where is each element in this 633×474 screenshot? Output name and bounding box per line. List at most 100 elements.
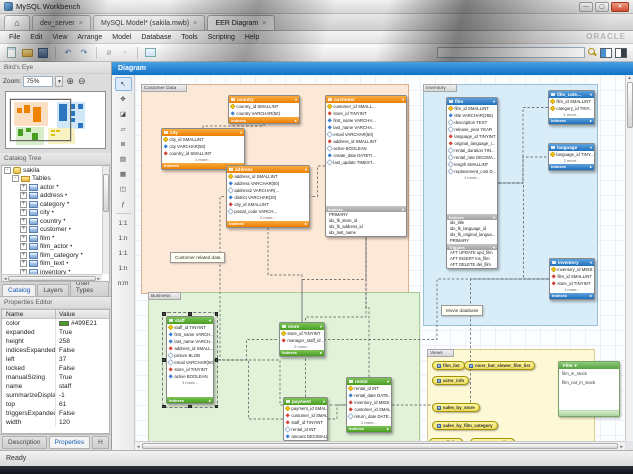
zoom-value-field[interactable]: 75% — [23, 76, 53, 87]
menu-edit[interactable]: Edit — [25, 34, 47, 41]
scroll-up-arrow-icon[interactable]: ▲ — [626, 75, 633, 80]
view-tool[interactable]: ◫ — [115, 182, 132, 196]
er-table-rental[interactable]: rental▾rental_id INTrental_date DATE...i… — [346, 377, 392, 433]
section-indexes[interactable]: Indexes▸ — [347, 426, 391, 432]
relationship-customer-address[interactable] — [310, 166, 325, 197]
property-row-triggersexpanded[interactable]: triggersExpandedFalse — [2, 409, 109, 418]
tree-item-actor[interactable]: +actor• — [2, 183, 102, 192]
rel-1-1-identifying-tool[interactable]: 1:1 — [115, 246, 132, 260]
collapse-arrow-icon[interactable]: ▾ — [590, 260, 592, 265]
canvas-vertical-scrollbar[interactable]: ▲ — [625, 75, 633, 441]
section-indexes[interactable]: Indexes▸ — [229, 117, 299, 123]
selection-handle[interactable] — [215, 405, 219, 409]
er-table-address[interactable]: address▾address_id SMALLINTaddress VARCH… — [226, 165, 310, 228]
catalog-tree-vertical-scrollbar[interactable] — [102, 166, 109, 274]
er-table-header[interactable]: country▾ — [229, 96, 299, 103]
scroll-left-arrow-icon[interactable]: ◄ — [3, 276, 7, 281]
menu-help[interactable]: Help — [240, 34, 264, 41]
collapse-arrow-icon[interactable]: ▾ — [209, 318, 211, 323]
er-table-language[interactable]: language▾language_id TINY...2 more...Ind… — [548, 143, 595, 171]
section-expand-icon[interactable]: ▸ — [295, 118, 297, 123]
menu-arrange[interactable]: Arrange — [72, 34, 107, 41]
rel-1-n-identifying-tool[interactable]: 1:n — [115, 261, 132, 275]
er-column-store-id[interactable]: store_id TINYINT — [326, 110, 406, 117]
routine-group-tool[interactable]: ƒ — [115, 197, 132, 211]
er-column-language-id[interactable]: language_id TINY... — [549, 151, 594, 158]
relationship-rental-customer[interactable] — [366, 237, 369, 377]
section-indexes[interactable]: Indexes▸ — [280, 350, 324, 356]
bottom-tab-properties[interactable]: Properties — [49, 436, 91, 449]
collapse-arrow-icon[interactable]: ▾ — [387, 379, 389, 384]
expand-icon[interactable]: + — [20, 192, 27, 199]
er-column-address-id[interactable]: address_id SMALLINT — [326, 138, 406, 145]
zoom-in-button[interactable]: ⊕ — [65, 77, 75, 86]
expand-icon[interactable]: + — [20, 243, 27, 250]
expand-icon[interactable]: + — [20, 252, 27, 259]
tree-item-country[interactable]: +country• — [2, 217, 102, 226]
selection-handle[interactable] — [162, 405, 166, 409]
tree-item-film-category[interactable]: +film_category• — [2, 251, 102, 260]
new-diagram-button[interactable] — [143, 46, 157, 59]
expand-icon[interactable]: + — [20, 226, 27, 233]
diagram-canvas[interactable]: Customer DataInventoryBusinessViewscount… — [135, 75, 625, 441]
er-table-header[interactable]: payment▾ — [284, 398, 327, 405]
close-button[interactable]: ✕ — [611, 2, 629, 12]
tree-item-customer[interactable]: +customer• — [2, 226, 102, 235]
table-tool[interactable]: ▦ — [115, 167, 132, 181]
selection-handle[interactable] — [188, 312, 192, 316]
er-table-header[interactable]: language▾ — [549, 144, 594, 151]
save-model-button[interactable] — [36, 46, 50, 59]
er-column-store-id[interactable]: store_id TINYINT — [280, 330, 324, 337]
er-column-first-name[interactable]: first_name VARCH... — [167, 331, 213, 338]
er-column-rental-rate[interactable]: rental_rate DECIMA... — [447, 154, 497, 161]
canvas-horizontal-scrollbar[interactable]: ◄► — [135, 441, 625, 450]
tab-close-icon[interactable]: × — [79, 20, 83, 26]
birds-eye-minimap[interactable] — [5, 91, 106, 149]
column-header-name[interactable]: Name — [2, 310, 56, 318]
menu-tools[interactable]: Tools — [176, 34, 202, 41]
collapse-arrow-icon[interactable]: ▾ — [323, 399, 325, 404]
section-expand-icon[interactable]: ▸ — [590, 118, 592, 123]
search-input[interactable] — [437, 47, 585, 58]
tab-close-icon[interactable]: × — [262, 20, 266, 26]
er-column-picture[interactable]: picture BLOB — [167, 352, 213, 359]
section-expand-icon[interactable]: ▸ — [209, 398, 211, 403]
er-column-return-date[interactable]: return_date DATE... — [347, 413, 391, 420]
menu-model[interactable]: Model — [107, 34, 136, 41]
section-indexes[interactable]: Indexes▸ — [549, 164, 594, 170]
column-header-value[interactable]: Value — [56, 310, 109, 318]
er-column-description[interactable]: description TEXT — [447, 119, 497, 126]
er-column-address-id[interactable]: address_id SMALL... — [167, 345, 213, 352]
er-column-store-id[interactable]: store_id TINYINT — [550, 280, 594, 287]
view-sales-by-store[interactable]: sales_by_store — [432, 403, 480, 412]
section-item-aft-delete-del-film[interactable]: AFT DELETE del_film — [447, 262, 497, 268]
er-column-email[interactable]: email VARCHAR(50) — [326, 131, 406, 138]
er-table-city[interactable]: city▾city_id SMALLINTcity VARCHAR(50)cou… — [161, 128, 245, 170]
undo-button[interactable]: ↶ — [61, 46, 75, 59]
er-table-staff[interactable]: staff▾staff_id TINYINTfirst_name VARCH..… — [166, 316, 214, 404]
scroll-right-arrow-icon[interactable]: ► — [97, 276, 101, 281]
toggle-right-panel-button[interactable] — [615, 48, 627, 58]
view-sales-by-film-category[interactable]: sales_by_film_category — [432, 421, 498, 430]
er-column-original-language-i[interactable]: original_language_i... — [447, 140, 497, 147]
er-column-store-id[interactable]: store_id TINYINT — [167, 366, 213, 373]
er-column-amount[interactable]: amount DECIMAL(... — [284, 433, 327, 440]
collapse-arrow-icon[interactable]: ▾ — [295, 97, 297, 102]
er-table-store[interactable]: store▾store_id TINYINTmanager_staff_id .… — [279, 322, 325, 357]
pointer-tool[interactable]: ↖ — [115, 77, 132, 91]
minimap-viewport[interactable] — [10, 99, 71, 142]
tree-item-film-text[interactable]: +film_text• — [2, 260, 102, 269]
tab-close-icon[interactable]: × — [193, 20, 197, 26]
relationship-rental-inventory[interactable] — [392, 279, 549, 405]
section-indexes[interactable]: Indexes▸ — [167, 397, 213, 403]
relationship-inventory-store[interactable] — [325, 279, 549, 340]
routine-film-in-stock[interactable]: film_in_stock — [559, 369, 619, 378]
collapse-arrow-icon[interactable]: ▾ — [402, 97, 404, 102]
er-table-header[interactable]: city▾ — [162, 129, 244, 136]
tree-item-film-actor[interactable]: +film_actor• — [2, 243, 102, 252]
er-column-city-id[interactable]: city_id SMALLINT — [162, 136, 244, 143]
relationship-payment-customer[interactable] — [306, 237, 367, 397]
er-column-create-date[interactable]: create_date DATETI... — [326, 152, 406, 159]
toggle-left-panel-button[interactable] — [600, 48, 612, 58]
grid-tool-button[interactable]: ▫ — [118, 46, 132, 59]
